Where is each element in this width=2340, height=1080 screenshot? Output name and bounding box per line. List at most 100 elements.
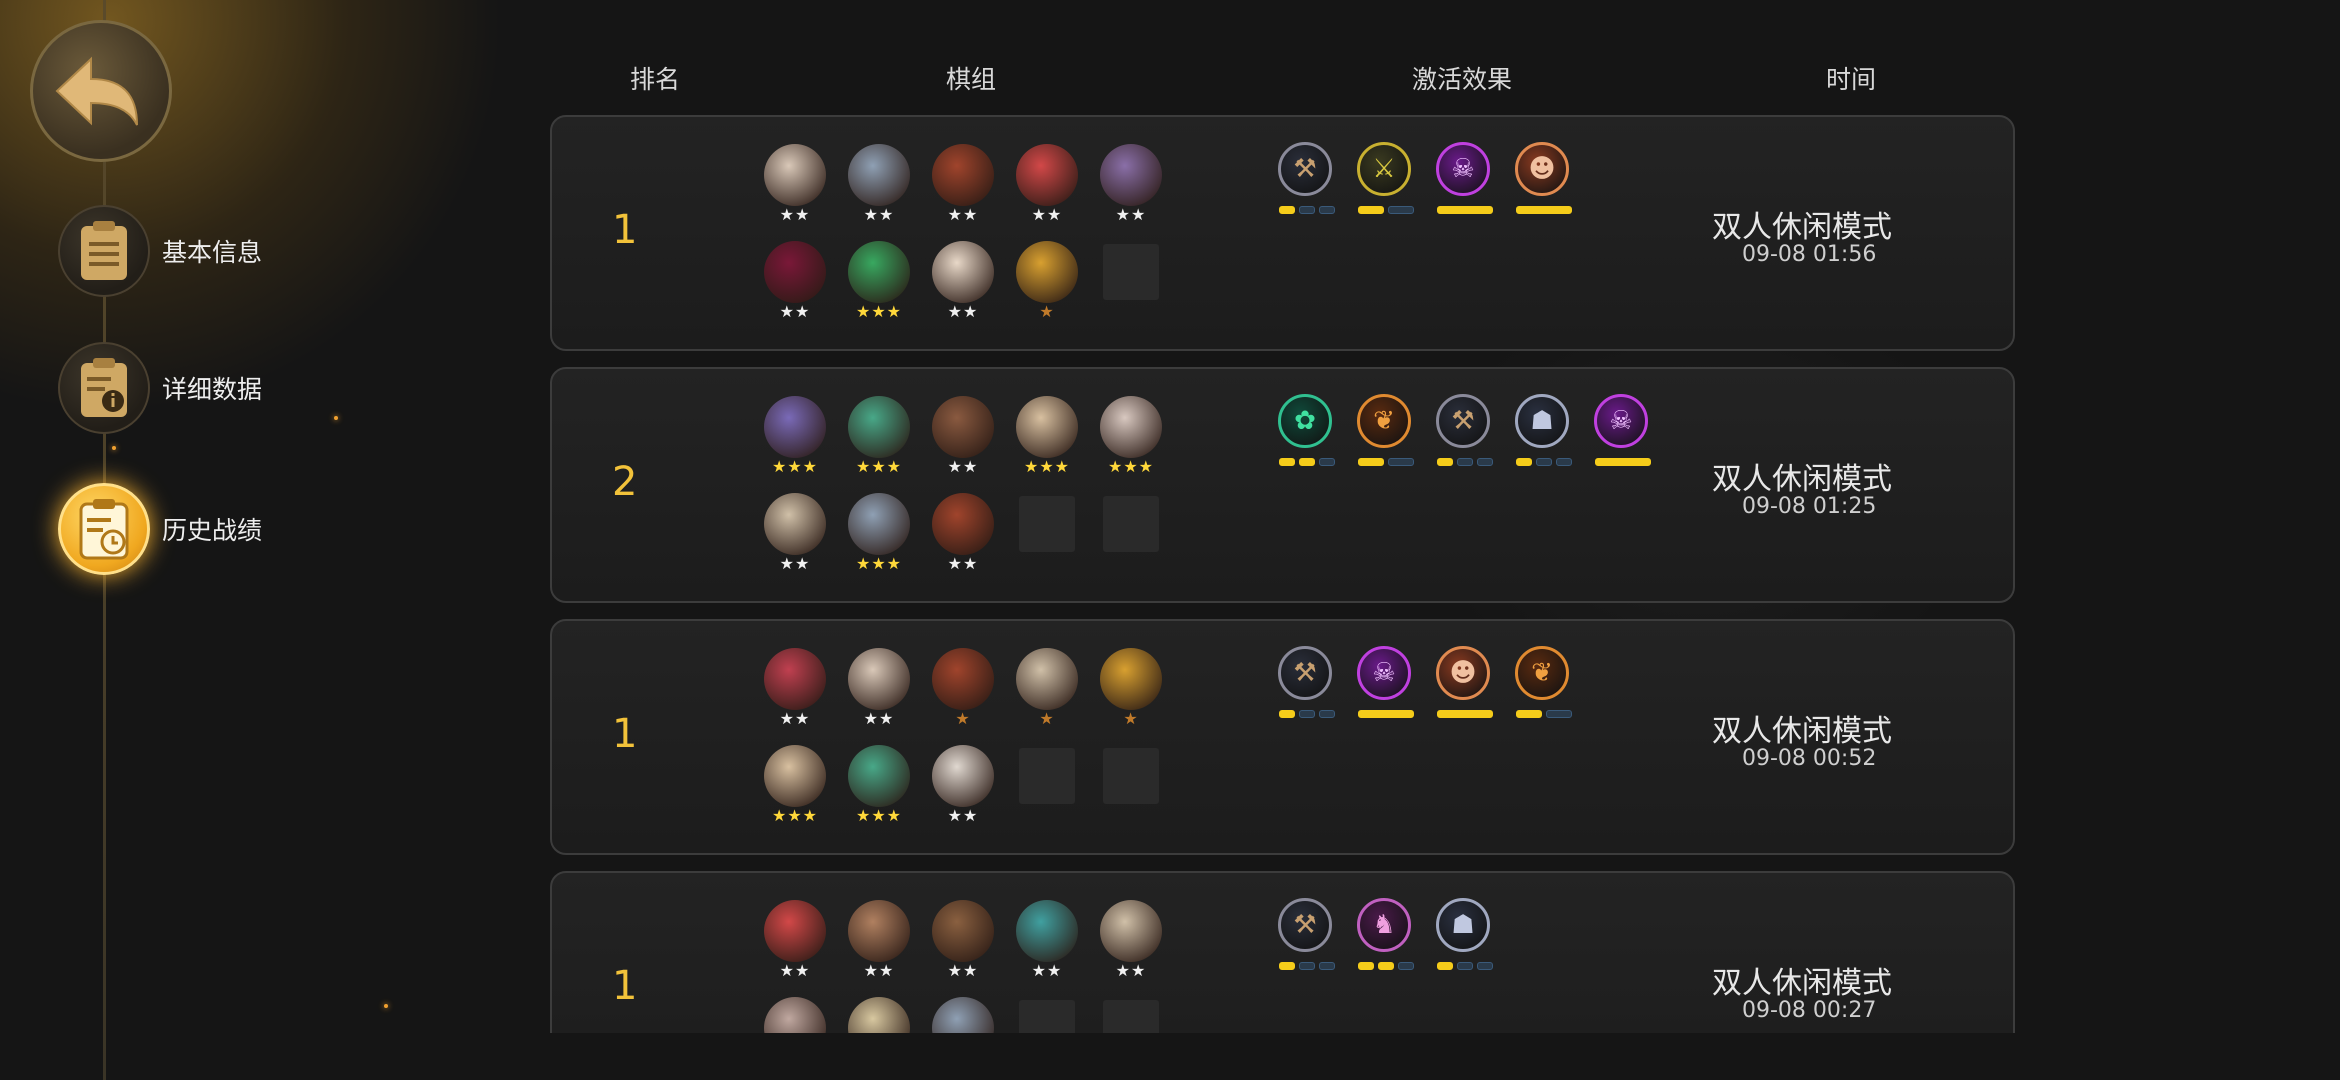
chess-piece[interactable]: ★★ <box>764 900 826 980</box>
ogre-icon: ☻ <box>1436 646 1490 700</box>
game-mode: 双人休闲模式 <box>1712 210 1892 245</box>
star-level: ★ <box>1123 709 1139 728</box>
chess-piece[interactable]: ★★★ <box>1016 396 1078 476</box>
synergy-effect[interactable]: ⚒ <box>1278 142 1336 218</box>
chess-piece[interactable]: ★★★ <box>1100 396 1162 476</box>
chess-piece[interactable]: ★★★ <box>848 241 910 321</box>
level-bar-inactive <box>1398 962 1414 970</box>
synergy-effect[interactable]: ☗ <box>1515 394 1573 470</box>
match-record-card[interactable]: 1 ★★ ★★ ★★ ★★ ★★ ⚒ ♞ ☗ 双人休闲模式 09-08 00:27 <box>550 871 2015 1033</box>
nav-label: 历史战绩 <box>162 516 263 545</box>
level-bar-inactive <box>1556 458 1572 466</box>
clipboard-info-icon <box>58 342 150 434</box>
synergy-effect[interactable]: ⚒ <box>1436 394 1494 470</box>
chess-piece[interactable]: ★★ <box>932 241 994 321</box>
chess-piece[interactable] <box>932 997 994 1033</box>
rank-text: 1 <box>612 207 638 253</box>
nav-basic-info[interactable]: 基本信息 <box>58 205 262 297</box>
level-bar-inactive <box>1457 458 1473 466</box>
chess-piece[interactable]: ★ <box>932 648 994 728</box>
star-level: ★★★ <box>855 457 903 476</box>
level-bar-active <box>1358 962 1374 970</box>
chess-piece[interactable]: ★★ <box>932 745 994 825</box>
level-bar-active <box>1279 962 1295 970</box>
nav-match-history[interactable]: 历史战绩 <box>58 483 262 575</box>
star-level: ★ <box>1039 302 1055 321</box>
chess-piece[interactable]: ★★ <box>764 144 826 224</box>
chess-piece[interactable]: ★★ <box>764 241 826 321</box>
chess-piece[interactable] <box>764 997 826 1033</box>
match-record-card[interactable]: 1 ★★ ★★ ★★ ★★ ★★ ★★ ★★★ ★★ ★ ⚒ ⚔ ☠ ☻ 双人休闲模式 09-08 01:56 <box>550 115 2015 351</box>
leaf-icon: ❦ <box>1515 646 1569 700</box>
chess-piece[interactable]: ★★ <box>848 648 910 728</box>
hero-portrait-icon <box>764 997 826 1033</box>
demon-icon: ☠ <box>1357 646 1411 700</box>
synergy-effect[interactable]: ☠ <box>1357 646 1415 722</box>
match-record-card[interactable]: 1 ★★ ★★ ★ ★ ★ ★★★ ★★★ ★★ ⚒ ☠ ☻ ❦ 双人休闲模式 09-08 00:52 <box>550 619 2015 855</box>
star-level: ★★ <box>947 806 979 825</box>
star-level: ★★ <box>863 709 895 728</box>
chess-piece[interactable]: ★★ <box>1016 144 1078 224</box>
level-bar-active <box>1279 710 1295 718</box>
chess-piece[interactable]: ★★★ <box>848 493 910 573</box>
synergy-effect[interactable]: ☻ <box>1515 142 1573 218</box>
chess-piece[interactable]: ★ <box>1100 648 1162 728</box>
synergy-effect[interactable]: ♞ <box>1357 898 1415 974</box>
synergy-level-bars <box>1357 962 1415 970</box>
chess-piece[interactable]: ★★ <box>848 144 910 224</box>
synergy-effect[interactable]: ☗ <box>1436 898 1494 974</box>
back-button[interactable] <box>30 20 172 162</box>
synergy-level-bars <box>1436 962 1494 970</box>
match-time: 09-08 01:25 <box>1742 494 1877 519</box>
chess-piece[interactable]: ★★ <box>764 648 826 728</box>
chess-piece[interactable]: ★★★ <box>764 745 826 825</box>
synergy-effect[interactable]: ⚒ <box>1278 898 1336 974</box>
hero-portrait-icon <box>932 900 994 962</box>
synergy-effect[interactable]: ⚔ <box>1357 142 1415 218</box>
synergy-level-bars <box>1278 962 1336 970</box>
chess-piece[interactable]: ★★★ <box>764 396 826 476</box>
level-bar-active <box>1358 206 1384 214</box>
chess-piece[interactable]: ★★ <box>932 144 994 224</box>
synergy-level-bars <box>1357 458 1415 466</box>
star-level: ★★★ <box>855 554 903 573</box>
chess-piece[interactable]: ★★★ <box>848 745 910 825</box>
chess-piece[interactable]: ★★ <box>932 396 994 476</box>
synergy-effect[interactable]: ⚒ <box>1278 646 1336 722</box>
chess-piece[interactable] <box>848 997 910 1033</box>
match-record-card[interactable]: 2 ★★★ ★★★ ★★ ★★★ ★★★ ★★ ★★★ ★★ ✿ ❦ ⚒ ☗ ☠ 双人休闲模式 09-08 0… <box>550 367 2015 603</box>
synergy-effect[interactable]: ❦ <box>1357 394 1415 470</box>
rank-text: 1 <box>612 711 638 757</box>
chess-piece[interactable]: ★★ <box>1100 900 1162 980</box>
star-level: ★ <box>1039 709 1055 728</box>
nav-label: 基本信息 <box>162 238 263 267</box>
synergy-effect[interactable]: ☻ <box>1436 646 1494 722</box>
synergy-effect[interactable]: ✿ <box>1278 394 1336 470</box>
match-time: 09-08 00:27 <box>1742 998 1877 1023</box>
sparkle <box>334 416 338 420</box>
hero-portrait-icon <box>764 648 826 710</box>
synergy-effect[interactable]: ☠ <box>1594 394 1652 470</box>
synergy-effect[interactable]: ❦ <box>1515 646 1573 722</box>
synergy-effect[interactable]: ☠ <box>1436 142 1494 218</box>
match-history-list[interactable]: 1 ★★ ★★ ★★ ★★ ★★ ★★ ★★★ ★★ ★ ⚒ ⚔ ☠ ☻ 双人休闲模式 09-08 01:56… <box>550 115 2015 1033</box>
header-time: 时间 <box>1826 65 1877 94</box>
chess-piece[interactable]: ★★★ <box>848 396 910 476</box>
star-level: ★★ <box>779 554 811 573</box>
chess-piece[interactable]: ★ <box>1016 241 1078 321</box>
sparkle <box>112 446 116 450</box>
hero-portrait-icon <box>1016 648 1078 710</box>
chess-piece[interactable]: ★★ <box>1016 900 1078 980</box>
game-mode: 双人休闲模式 <box>1712 462 1892 497</box>
chess-piece[interactable]: ★ <box>1016 648 1078 728</box>
hero-portrait-icon <box>848 241 910 303</box>
level-bar-active <box>1516 458 1532 466</box>
chess-piece[interactable]: ★★ <box>932 900 994 980</box>
synergy-level-bars <box>1436 710 1494 718</box>
chess-piece[interactable]: ★★ <box>848 900 910 980</box>
chess-piece[interactable]: ★★ <box>932 493 994 573</box>
hero-portrait-icon <box>932 648 994 710</box>
chess-piece[interactable]: ★★ <box>1100 144 1162 224</box>
chess-piece[interactable]: ★★ <box>764 493 826 573</box>
nav-detailed-data[interactable]: 详细数据 <box>58 342 262 434</box>
